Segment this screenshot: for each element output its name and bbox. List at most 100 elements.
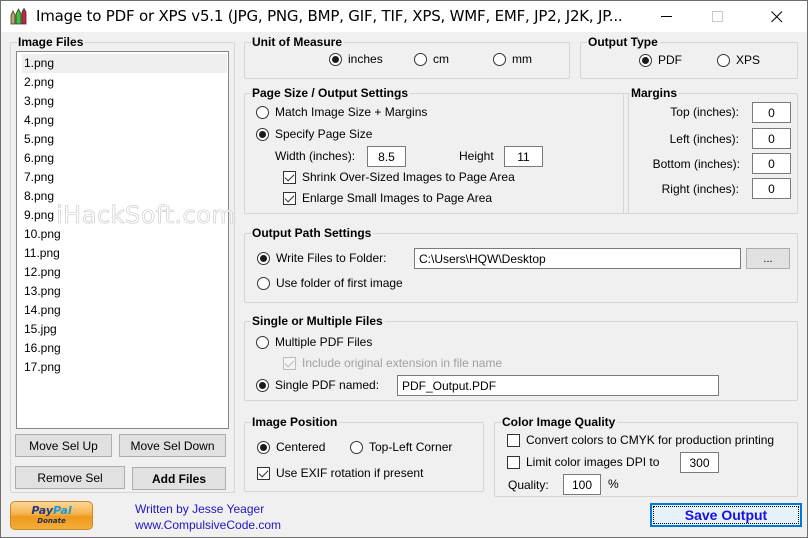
multiple-pdf-files-radio[interactable]: Multiple PDF Files [256, 335, 372, 349]
maximize-button[interactable] [695, 1, 741, 32]
specify-page-size-radio[interactable]: Specify Page Size [256, 127, 372, 141]
paypal-logo: PayPal [31, 504, 72, 517]
remove-sel-button[interactable]: Remove Sel [15, 466, 125, 489]
file-list-item[interactable]: 14.png [22, 301, 227, 320]
image-file-list[interactable]: 1.png 2.png 3.png 4.png 5.png 6.png 7.pn… [16, 51, 229, 429]
margin-left-input[interactable] [752, 128, 791, 149]
checkbox-checked-icon [257, 466, 270, 480]
file-list-item[interactable]: 12.png [22, 263, 227, 282]
file-list-item[interactable]: 8.png [22, 187, 227, 206]
add-files-button[interactable]: Add Files [132, 467, 226, 490]
save-output-button[interactable]: Save Output [650, 503, 802, 527]
file-list-item[interactable]: 1.png [22, 54, 227, 73]
file-list-item[interactable]: 13.png [22, 282, 227, 301]
paypal-donate-button[interactable]: PayPal Donate [10, 501, 93, 530]
quality-label: Quality: [508, 478, 549, 492]
minimize-icon [661, 15, 672, 17]
file-list-item[interactable]: 5.png [22, 130, 227, 149]
position-top-left-label: Top-Left Corner [369, 440, 453, 454]
page-size-title: Page Size / Output Settings [251, 86, 411, 100]
browse-folder-button[interactable]: ... [746, 248, 790, 269]
file-list-item[interactable]: 17.png [22, 358, 227, 377]
file-list-item[interactable]: 11.png [22, 244, 227, 263]
checkbox-checked-icon [283, 170, 296, 184]
radio-unselected-icon [256, 335, 269, 349]
match-image-size-radio[interactable]: Match Image Size + Margins [256, 105, 427, 119]
radio-selected-icon [257, 251, 270, 265]
page-width-input[interactable] [367, 146, 406, 167]
use-folder-of-first-image-radio[interactable]: Use folder of first image [257, 276, 403, 290]
single-pdf-named-radio[interactable]: Single PDF named: [256, 378, 379, 392]
quality-input[interactable] [563, 474, 601, 495]
position-top-left-radio[interactable]: Top-Left Corner [350, 440, 452, 454]
match-image-size-label: Match Image Size + Margins [275, 105, 428, 119]
unit-inches-radio[interactable]: inches [329, 52, 383, 66]
website-link[interactable]: www.CompulsiveCode.com [135, 518, 281, 532]
title-bar: Image to PDF or XPS v5.1 (JPG, PNG, BMP,… [1, 1, 807, 32]
unit-cm-label: cm [433, 52, 449, 66]
limit-dpi-label: Limit color images DPI to [526, 455, 660, 469]
enlarge-small-label: Enlarge Small Images to Page Area [302, 191, 493, 205]
checkbox-unchecked-icon [507, 455, 520, 469]
single-pdf-named-label: Single PDF named: [275, 378, 380, 392]
close-button[interactable] [754, 1, 800, 32]
output-pdf-radio[interactable]: PDF [639, 53, 682, 67]
include-extension-checkbox[interactable]: Include original extension in file name [283, 356, 502, 370]
margin-right-label: Right (inches): [661, 182, 739, 196]
write-files-to-folder-label: Write Files to Folder: [276, 251, 387, 265]
radio-unselected-icon [257, 276, 270, 290]
unit-of-measure-title: Unit of Measure [251, 35, 345, 49]
output-xps-label: XPS [736, 53, 761, 67]
radio-selected-icon [256, 378, 269, 392]
image-position-group: Image Position [244, 415, 484, 492]
author-credit: Written by Jesse Yeager [135, 502, 265, 516]
file-list-item[interactable]: 6.png [22, 149, 227, 168]
shrink-oversized-label: Shrink Over-Sized Images to Page Area [302, 170, 515, 184]
margin-top-input[interactable] [752, 102, 791, 123]
app-window: Image to PDF or XPS v5.1 (JPG, PNG, BMP,… [0, 0, 808, 538]
limit-dpi-checkbox[interactable]: Limit color images DPI to [507, 455, 659, 469]
page-height-input[interactable] [504, 146, 543, 167]
file-list-item[interactable]: 7.png [22, 168, 227, 187]
include-extension-label: Include original extension in file name [302, 356, 503, 370]
file-list-item[interactable]: 4.png [22, 111, 227, 130]
exif-rotation-checkbox[interactable]: Use EXIF rotation if present [257, 466, 423, 480]
move-sel-down-button[interactable]: Move Sel Down [119, 434, 226, 457]
single-pdf-name-input[interactable] [397, 375, 719, 396]
file-list-item[interactable]: 9.png [22, 206, 227, 225]
radio-unselected-icon [256, 105, 269, 119]
unit-mm-radio[interactable]: mm [493, 52, 532, 66]
file-list-item[interactable]: 15.jpg [22, 320, 227, 339]
multiple-pdf-files-label: Multiple PDF Files [275, 335, 373, 349]
write-files-to-folder-radio[interactable]: Write Files to Folder: [257, 251, 386, 265]
file-list-item[interactable]: 3.png [22, 92, 227, 111]
file-list-item[interactable]: 16.png [22, 339, 227, 358]
unit-mm-label: mm [512, 52, 532, 66]
output-pdf-label: PDF [658, 53, 682, 67]
height-label: Height [459, 149, 494, 163]
radio-unselected-icon [717, 53, 730, 67]
minimize-button[interactable] [644, 1, 690, 32]
file-list-item[interactable]: 10.png [22, 225, 227, 244]
move-sel-up-button[interactable]: Move Sel Up [15, 434, 112, 457]
window-title: Image to PDF or XPS v5.1 (JPG, PNG, BMP,… [36, 7, 623, 25]
exif-rotation-label: Use EXIF rotation if present [276, 466, 424, 480]
file-list-item[interactable]: 2.png [22, 73, 227, 92]
save-output-label: Save Output [684, 507, 768, 523]
margin-bottom-input[interactable] [752, 153, 791, 174]
use-folder-of-first-image-label: Use folder of first image [276, 276, 403, 290]
specify-page-size-label: Specify Page Size [275, 127, 373, 141]
radio-selected-icon [257, 440, 270, 454]
image-files-title: Image Files [17, 35, 86, 49]
quality-percent-label: % [608, 477, 619, 491]
dpi-input[interactable] [680, 452, 719, 473]
output-xps-radio[interactable]: XPS [717, 53, 760, 67]
output-folder-input[interactable] [414, 248, 741, 269]
margins-title: Margins [630, 86, 680, 100]
enlarge-small-checkbox[interactable]: Enlarge Small Images to Page Area [283, 191, 492, 205]
shrink-oversized-checkbox[interactable]: Shrink Over-Sized Images to Page Area [283, 170, 515, 184]
convert-cmyk-checkbox[interactable]: Convert colors to CMYK for production pr… [507, 433, 774, 447]
unit-cm-radio[interactable]: cm [414, 52, 449, 66]
margin-right-input[interactable] [752, 178, 791, 199]
position-centered-radio[interactable]: Centered [257, 440, 325, 454]
